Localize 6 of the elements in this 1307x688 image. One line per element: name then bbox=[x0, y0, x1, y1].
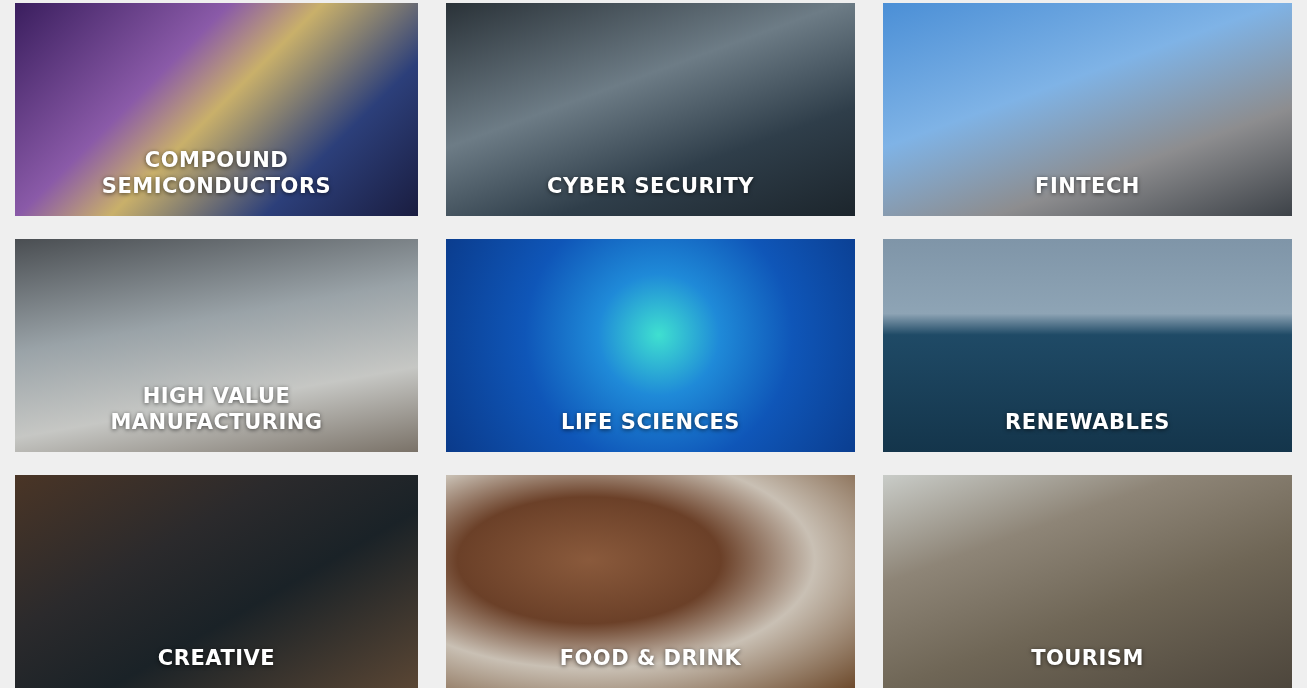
sector-tile[interactable]: CYBER SECURITY bbox=[446, 3, 855, 216]
sector-tile[interactable]: LIFE SCIENCES bbox=[446, 239, 855, 452]
sector-tile[interactable]: TOURISM bbox=[883, 475, 1292, 688]
sector-tile[interactable]: RENEWABLES bbox=[883, 239, 1292, 452]
sector-tile[interactable]: FINTECH bbox=[883, 3, 1292, 216]
sector-tile[interactable]: CREATIVE bbox=[15, 475, 418, 688]
